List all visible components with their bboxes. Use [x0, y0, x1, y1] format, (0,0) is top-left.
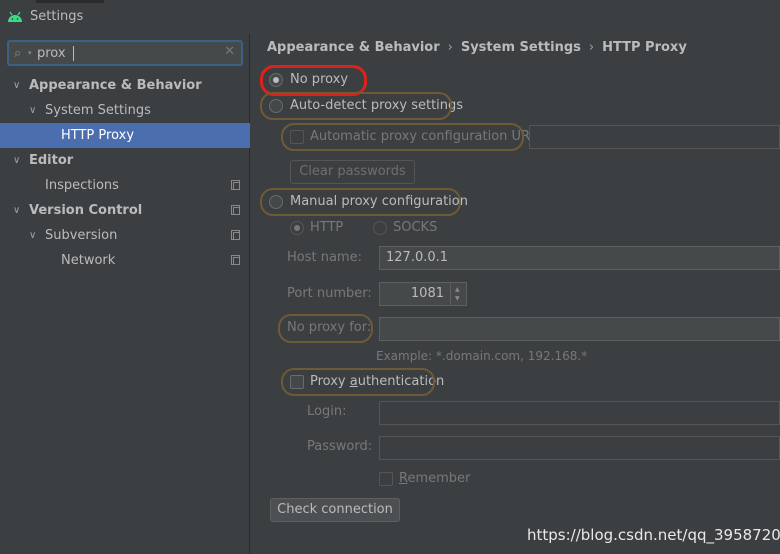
no-proxy-radio[interactable]: [269, 73, 283, 87]
manual-config-label[interactable]: Manual proxy configuration: [290, 194, 468, 209]
tree-item-system-settings[interactable]: ∨ System Settings: [0, 98, 250, 123]
clear-search-icon[interactable]: ✕: [224, 44, 235, 59]
tree-item-network[interactable]: Network: [0, 248, 250, 273]
search-input[interactable]: [37, 44, 217, 62]
breadcrumb-separator-icon: ›: [447, 40, 453, 55]
tree-item-label: Appearance & Behavior: [29, 78, 202, 93]
tree-item-subversion[interactable]: ∨ Subversion: [0, 223, 250, 248]
proxy-auth-mnemonic: a: [349, 374, 358, 389]
tree-item-appearance-behavior[interactable]: ∨ Appearance & Behavior: [0, 73, 250, 98]
tree-item-label: System Settings: [45, 103, 151, 118]
tree-item-label: Network: [61, 253, 116, 268]
watermark: https://blog.csdn.net/qq_39587209: [527, 526, 780, 544]
remember-label-suffix: emember: [407, 471, 471, 486]
chevron-down-icon[interactable]: ∨: [29, 223, 36, 248]
title-bar: Settings: [0, 0, 780, 34]
auto-detect-label[interactable]: Auto-detect proxy settings: [290, 98, 463, 113]
http-label[interactable]: HTTP: [310, 220, 343, 235]
host-name-value: 127.0.0.1: [386, 250, 449, 265]
tree-item-label: Editor: [29, 153, 74, 168]
tree-item-label: Subversion: [45, 228, 118, 243]
remember-label[interactable]: Remember: [399, 471, 470, 486]
tree-item-http-proxy[interactable]: HTTP Proxy: [0, 123, 250, 148]
window-title: Settings: [30, 9, 84, 24]
check-connection-button[interactable]: Check connection: [270, 498, 400, 522]
proxy-auth-label[interactable]: Proxy authentication: [310, 374, 444, 389]
no-proxy-label[interactable]: No proxy: [290, 72, 348, 87]
no-proxy-for-label: No proxy for:: [287, 320, 372, 335]
remember-checkbox[interactable]: [379, 472, 393, 486]
port-number-value: 1081: [410, 286, 444, 301]
project-scope-icon: [231, 180, 240, 190]
settings-sidebar: ⌕ ▾ ✕ ∨ Appearance & Behavior ∨ System S…: [0, 34, 250, 554]
host-name-label: Host name:: [287, 250, 362, 265]
proxy-auth-label-suffix: uthentication: [357, 374, 445, 389]
manual-config-radio[interactable]: [269, 195, 283, 209]
socks-label[interactable]: SOCKS: [393, 220, 437, 235]
settings-search[interactable]: ⌕ ▾ ✕: [7, 40, 243, 66]
login-label: Login:: [307, 404, 347, 419]
chevron-down-icon[interactable]: ∨: [13, 73, 20, 98]
breadcrumb-separator-icon: ›: [588, 40, 595, 55]
auto-detect-radio[interactable]: [269, 99, 283, 113]
chevron-down-icon[interactable]: ∨: [29, 98, 36, 123]
http-proxy-panel: Appearance & Behavior › System Settings › HT…: [251, 34, 780, 554]
auto-config-url-input[interactable]: [529, 125, 780, 149]
login-field[interactable]: [379, 401, 780, 425]
android-icon: [8, 11, 22, 22]
tree-item-version-control[interactable]: ∨ Version Control: [0, 198, 250, 223]
spinner-buttons[interactable]: ▲ ▼: [450, 283, 466, 305]
chevron-down-icon[interactable]: ∨: [13, 198, 20, 223]
chevron-down-icon[interactable]: ∨: [13, 148, 20, 173]
project-scope-icon: [231, 255, 240, 265]
port-number-label: Port number:: [287, 286, 372, 301]
tree-item-label: HTTP Proxy: [61, 128, 135, 143]
proxy-auth-label-prefix: Proxy: [310, 374, 350, 389]
breadcrumb-item: HTTP Proxy: [602, 40, 687, 55]
breadcrumb: Appearance & Behavior › System Settings › HT…: [267, 40, 687, 55]
project-scope-icon: [231, 230, 240, 240]
tree-item-label: Version Control: [29, 203, 143, 218]
host-name-field[interactable]: 127.0.0.1: [379, 246, 780, 270]
text-cursor: [73, 46, 74, 61]
breadcrumb-item[interactable]: Appearance & Behavior: [267, 40, 440, 55]
clear-passwords-button[interactable]: Clear passwords: [290, 160, 415, 184]
search-icon[interactable]: ⌕: [14, 46, 21, 61]
no-proxy-for-field[interactable]: [379, 317, 780, 341]
no-proxy-example-hint: Example: *.domain.com, 192.168.*: [376, 349, 588, 363]
spinner-down-icon[interactable]: ▼: [455, 295, 460, 302]
tree-item-editor[interactable]: ∨ Editor: [0, 148, 250, 173]
password-field[interactable]: [379, 436, 780, 460]
tree-item-label: Inspections: [45, 178, 119, 193]
auto-config-url-label[interactable]: Automatic proxy configuration URL:: [310, 129, 542, 144]
tree-item-inspections[interactable]: Inspections: [0, 173, 250, 198]
breadcrumb-item[interactable]: System Settings: [461, 40, 581, 55]
auto-config-url-checkbox[interactable]: [290, 130, 304, 144]
chevron-down-icon[interactable]: ▾: [28, 49, 32, 57]
spinner-up-icon[interactable]: ▲: [455, 286, 460, 293]
socks-radio[interactable]: [373, 221, 387, 235]
project-scope-icon: [231, 205, 240, 215]
background-tab-strip: [36, 0, 104, 3]
proxy-auth-checkbox[interactable]: [290, 375, 304, 389]
password-label: Password:: [307, 439, 373, 454]
http-radio[interactable]: [290, 221, 304, 235]
port-number-stepper[interactable]: 1081 ▲ ▼: [379, 282, 467, 306]
